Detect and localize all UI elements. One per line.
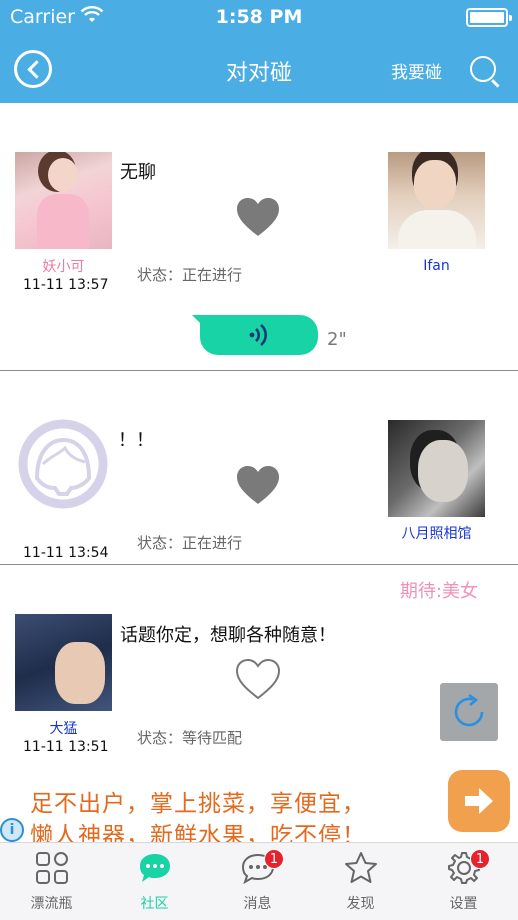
left-user-time: 11-11 13:57: [23, 277, 109, 293]
card-message: 话题你定，想聊各种随意！: [120, 625, 336, 646]
ad-banner[interactable]: 足不出户，掌上挑菜，享便宜， 懒人神器，新鲜水果，吃不停！: [0, 780, 518, 849]
avatar-right[interactable]: [388, 420, 485, 517]
tab-community[interactable]: 社区: [103, 843, 206, 920]
right-user-name: 八月照相馆: [401, 526, 472, 542]
navigation-bar: Carrier 1:58 PM 对对碰 我要碰: [0, 0, 518, 103]
card-status: 状态：正在进行: [137, 534, 243, 552]
tab-label: 设置: [449, 896, 478, 912]
tab-label: 漂流瓶: [30, 896, 73, 912]
star-icon: [345, 852, 377, 883]
voice-message-button[interactable]: [192, 315, 318, 355]
tab-label: 消息: [243, 896, 272, 912]
notification-badge: 1: [470, 849, 490, 869]
avatar-left[interactable]: [15, 614, 112, 711]
card-status: 状态：等待匹配: [137, 729, 243, 747]
tab-bar: 漂流瓶 社区 1 消息 发现 1 设置: [0, 842, 518, 920]
card-message: ！！: [118, 430, 154, 451]
ad-arrow-button[interactable]: [448, 770, 510, 832]
tab-discover[interactable]: 发现: [309, 843, 412, 920]
right-user-name: Ifan: [423, 258, 450, 274]
arrow-right-icon: [465, 788, 493, 814]
tab-label: 发现: [346, 896, 375, 912]
refresh-button[interactable]: [440, 683, 498, 741]
notification-badge: 1: [264, 849, 284, 869]
status-bar: Carrier 1:58 PM: [0, 0, 518, 34]
tab-settings[interactable]: 1 设置: [412, 843, 515, 920]
search-icon[interactable]: [470, 56, 496, 82]
tab-drift-bottle[interactable]: 漂流瓶: [0, 843, 103, 920]
voice-bubble-tail: [192, 315, 202, 325]
chat-bubble-icon: [140, 854, 170, 882]
card-divider: [0, 564, 518, 565]
avatar-right[interactable]: [388, 152, 485, 249]
avatar-left[interactable]: [15, 152, 112, 249]
voice-wave-icon: [249, 324, 267, 346]
card-divider: [0, 370, 518, 371]
heart-filled-icon[interactable]: [235, 464, 281, 506]
refresh-icon: [454, 693, 484, 727]
grid-icon: [36, 852, 68, 884]
battery-icon: [466, 8, 512, 27]
card-message: 无聊: [120, 162, 156, 183]
expectation-label: 期待:美女: [399, 581, 478, 602]
left-user-name: 大猛: [49, 721, 78, 737]
avatar-placeholder-icon[interactable]: [15, 418, 112, 515]
card-status: 状态：正在进行: [137, 266, 243, 284]
status-time: 1:58 PM: [215, 6, 303, 28]
left-user-name: 妖小可: [42, 259, 85, 275]
match-action-button[interactable]: 我要碰: [391, 58, 442, 83]
heart-outline-icon[interactable]: [235, 658, 281, 700]
tab-messages[interactable]: 1 消息: [206, 843, 309, 920]
info-icon[interactable]: i: [0, 818, 24, 842]
ad-line-1: 足不出户，掌上挑菜，享便宜，: [30, 791, 366, 817]
left-user-time: 11-11 13:51: [23, 739, 109, 755]
heart-filled-icon[interactable]: [235, 196, 281, 238]
left-user-time: 11-11 13:54: [23, 545, 109, 561]
voice-duration: 2": [327, 329, 347, 350]
tab-label: 社区: [140, 896, 169, 912]
